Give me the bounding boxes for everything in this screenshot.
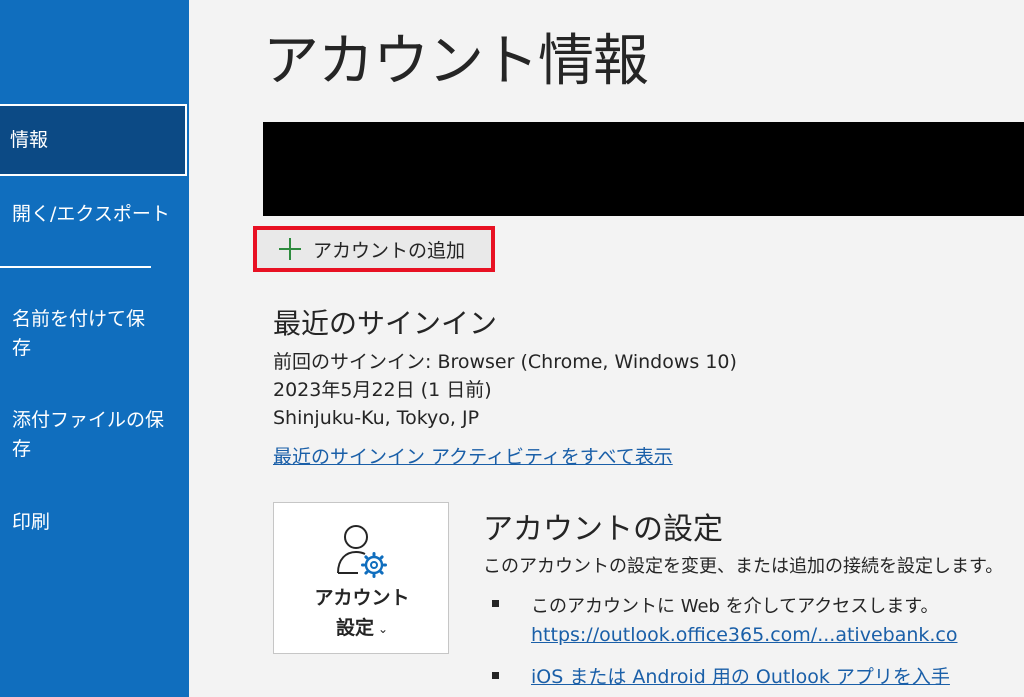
sidebar-divider [0, 266, 151, 268]
view-all-signin-link[interactable]: 最近のサインイン アクティビティをすべて表示 [273, 442, 673, 469]
account-settings-description: このアカウントの設定を変更、または追加の接続を設定します。 [483, 556, 1004, 577]
sidebar-item-save-as[interactable]: 名前を付けて保 存 [0, 305, 189, 363]
tile-label-text: 設定 [335, 617, 374, 639]
outlook-web-link[interactable]: https://outlook.office365.com/...ativeba… [531, 624, 958, 646]
redacted-account-block [263, 122, 1024, 216]
plus-icon [279, 238, 301, 260]
signin-location-text: Shinjuku-Ku, Tokyo, JP [273, 407, 480, 429]
sidebar-item-label: 開く/エクスポート [12, 203, 170, 225]
account-settings-title: アカウントの設定 [483, 512, 723, 547]
signin-date-text: 2023年5月22日 (1 日前) [273, 379, 492, 401]
sidebar-item-print[interactable]: 印刷 [0, 508, 189, 537]
sidebar-item-label: 印刷 [12, 511, 51, 533]
page-title: アカウント情報 [263, 29, 649, 94]
sidebar-item-label: 名前を付けて保 [12, 308, 146, 330]
last-signin-text: 前回のサインイン: Browser (Chrome, Windows 10) [273, 351, 737, 373]
sidebar-item-label: 添付ファイルの保 [12, 409, 165, 431]
sidebar-item-label: 情報 [10, 128, 49, 151]
account-settings-tile-label-2: 設定 ⌄ [274, 613, 450, 640]
add-account-button[interactable]: アカウントの追加 [253, 226, 495, 272]
account-settings-button[interactable]: アカウント 設定 ⌄ [273, 502, 449, 654]
person-gear-icon [337, 525, 387, 578]
sidebar-item-label: 存 [12, 337, 32, 359]
outlook-mobile-app-link[interactable]: iOS または Android 用の Outlook アプリを入手 [531, 662, 950, 689]
sidebar-item-label: 存 [12, 438, 32, 460]
sidebar-nav: 情報 開く/エクスポート 名前を付けて保 存 添付ファイルの保 存 印刷 [0, 0, 189, 697]
sidebar-item-save-attachments[interactable]: 添付ファイルの保 存 [0, 406, 189, 464]
add-account-label: アカウントの追加 [313, 239, 466, 262]
bullet-marker [492, 672, 499, 679]
chevron-down-icon: ⌄ [377, 621, 389, 636]
account-settings-tile-label: アカウント [314, 587, 410, 609]
recent-signin-title: 最近のサインイン [273, 307, 498, 340]
sidebar-item-open-export[interactable]: 開く/エクスポート [0, 200, 189, 229]
sidebar-item-info[interactable]: 情報 [0, 104, 187, 176]
bullet-marker [492, 600, 499, 607]
web-access-text: このアカウントに Web を介してアクセスします。 [531, 596, 939, 617]
main-content: アカウント情報 アカウントの追加 最近のサインイン 前回のサインイン: Brow… [189, 0, 1024, 697]
